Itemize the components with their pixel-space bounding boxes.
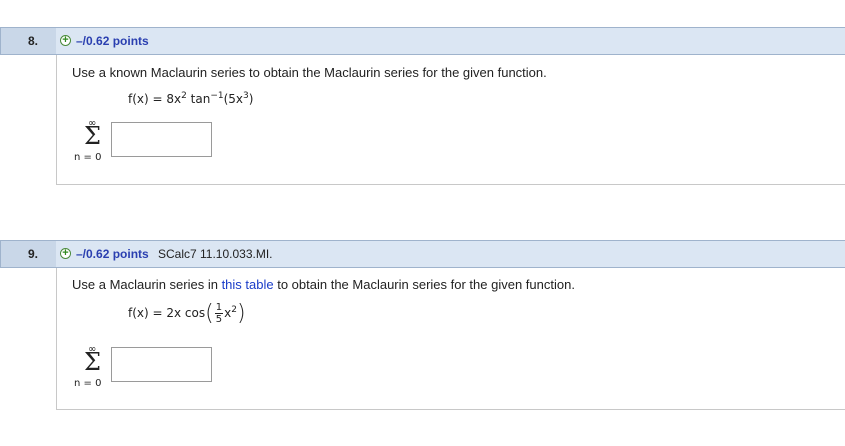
sum-lower-limit: n = 0 xyxy=(74,152,102,163)
question-prompt: Use a known Maclaurin series to obtain t… xyxy=(72,65,547,80)
question-number: 9. xyxy=(28,247,39,261)
prompt-text: Use a Maclaurin series in xyxy=(72,277,222,292)
plus-circle-icon[interactable]: + xyxy=(60,248,71,259)
fraction-numerator: 1 xyxy=(214,302,224,314)
summation: ∞ Σ n = 0 xyxy=(74,118,114,178)
sigma-symbol: Σ xyxy=(84,348,101,376)
fraction: 15 xyxy=(214,302,224,325)
table-link[interactable]: this table xyxy=(222,277,274,292)
prompt-text: Use a known Maclaurin series to obtain t… xyxy=(72,65,547,80)
points-label: –/0.62 points xyxy=(76,34,149,48)
question-number-cell: 8. xyxy=(0,27,56,55)
answer-input[interactable] xyxy=(111,347,212,382)
question-body: Use a known Maclaurin series to obtain t… xyxy=(56,55,845,185)
function-lhs: f(x) = 2x cos xyxy=(128,306,206,320)
prompt-text-end: to obtain the Maclaurin series for the g… xyxy=(273,277,575,292)
question-number-cell: 9. xyxy=(0,240,56,268)
question-body: Use a Maclaurin series in this table to … xyxy=(56,268,845,410)
sum-lower-limit: n = 0 xyxy=(74,378,102,389)
summation: ∞ Σ n = 0 xyxy=(74,344,114,404)
fraction-denominator: 5 xyxy=(215,314,223,325)
points-label: –/0.62 points xyxy=(76,247,149,261)
function-expression: f(x) = 2x cos(1 5 x2) xyxy=(128,301,246,326)
function-expression: f(x) = 8x2 tan−1(5x3) xyxy=(128,91,254,106)
question-source: SCalc7 11.10.033.MI. xyxy=(158,247,273,261)
plus-circle-icon[interactable]: + xyxy=(60,35,71,46)
question-header: + –/0.62 points xyxy=(56,27,845,55)
question-prompt: Use a Maclaurin series in this table to … xyxy=(72,277,575,292)
question-header: + –/0.62 points SCalc7 11.10.033.MI. xyxy=(56,240,845,268)
question-number: 8. xyxy=(28,34,39,48)
sigma-symbol: Σ xyxy=(84,122,101,150)
answer-input[interactable] xyxy=(111,122,212,157)
